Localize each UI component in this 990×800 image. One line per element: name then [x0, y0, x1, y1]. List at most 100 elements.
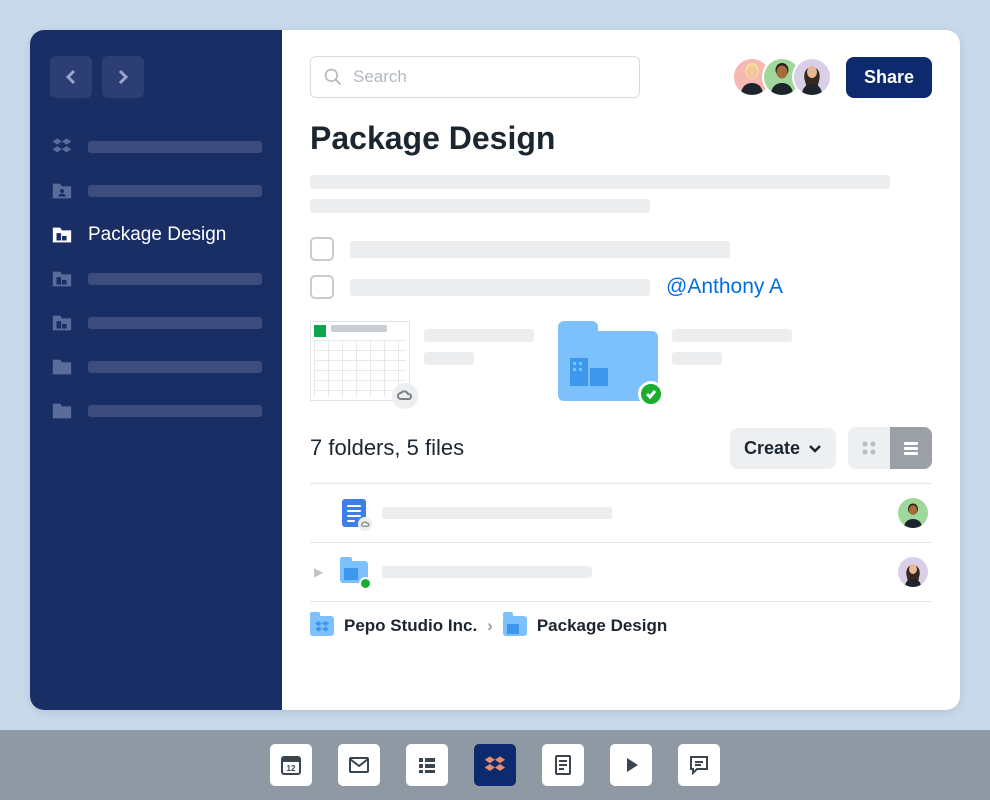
app-window: Package Design [30, 30, 960, 710]
sidebar-item-label-placeholder [88, 273, 262, 285]
breadcrumb-root[interactable]: Pepo Studio Inc. [344, 616, 477, 636]
sidebar-list: Package Design [50, 132, 262, 426]
breadcrumb-folder-icon [503, 616, 527, 636]
list-grid-icon [415, 753, 439, 777]
row-avatar[interactable] [898, 557, 928, 587]
cloud-sync-icon [358, 517, 372, 531]
sidebar-item-label-placeholder [88, 185, 262, 197]
folder-icon [50, 399, 74, 423]
building-folder-icon [50, 223, 74, 247]
taskbar-chat[interactable] [678, 744, 720, 786]
create-button[interactable]: Create [730, 428, 836, 469]
checkbox[interactable] [310, 275, 334, 299]
file-row-document[interactable] [310, 484, 932, 543]
task-text-placeholder [350, 241, 730, 258]
share-button[interactable]: Share [846, 57, 932, 98]
grid-view-button[interactable] [848, 427, 890, 469]
taskbar-dropbox[interactable] [474, 744, 516, 786]
search-icon [323, 67, 343, 87]
checkbox[interactable] [310, 237, 334, 261]
list-icon [901, 438, 921, 458]
avatar[interactable] [792, 57, 832, 97]
play-icon [619, 753, 643, 777]
mention[interactable]: @Anthony A [666, 275, 783, 299]
taskbar-mail[interactable] [338, 744, 380, 786]
file-name-placeholder [382, 507, 612, 519]
sidebar-item-folder-2[interactable] [50, 396, 262, 426]
sidebar-item-package-design[interactable]: Package Design [50, 220, 262, 250]
card-title-placeholder [424, 329, 534, 342]
folder-icon [340, 558, 368, 586]
suggested-cards [310, 321, 932, 401]
taskbar-doc[interactable] [542, 744, 584, 786]
cloud-sync-icon [392, 383, 418, 409]
task-row: @Anthony A [310, 275, 932, 299]
sidebar-item-label-placeholder [88, 405, 262, 417]
expand-caret[interactable]: ▶ [314, 565, 326, 579]
spreadsheet-thumbnail [310, 321, 410, 401]
synced-check-icon [638, 381, 664, 407]
grid-icon [859, 438, 879, 458]
collaborator-avatars [732, 57, 832, 97]
mail-icon [347, 753, 371, 777]
card-folder[interactable] [558, 321, 792, 401]
sidebar-item-label-placeholder [88, 141, 262, 153]
taskbar-play[interactable] [610, 744, 652, 786]
sidebar-item-label-placeholder [88, 317, 262, 329]
card-subtitle-placeholder [672, 352, 722, 365]
toolbar: Search Share [310, 56, 932, 98]
description-placeholder [310, 175, 890, 189]
row-avatar[interactable] [898, 498, 928, 528]
document-icon [340, 499, 368, 527]
document-icon [551, 753, 575, 777]
chevron-down-icon [808, 443, 822, 453]
forward-button[interactable] [102, 56, 144, 98]
dropbox-icon [483, 753, 507, 777]
sidebar-item-folder-1[interactable] [50, 352, 262, 382]
calendar-icon: 12 [279, 753, 303, 777]
taskbar: 12 [0, 730, 990, 800]
breadcrumb: Pepo Studio Inc. › Package Design [310, 616, 932, 636]
chevron-right-icon [115, 69, 131, 85]
card-subtitle-placeholder [424, 352, 474, 365]
search-placeholder: Search [353, 67, 407, 87]
sidebar-item-label: Package Design [88, 224, 226, 246]
person-folder-icon [50, 179, 74, 203]
building-folder-icon [50, 311, 74, 335]
back-button[interactable] [50, 56, 92, 98]
svg-text:12: 12 [287, 764, 296, 773]
breadcrumb-current[interactable]: Package Design [537, 616, 667, 636]
task-row [310, 237, 932, 261]
folder-thumbnail [558, 321, 658, 401]
sidebar-item-shared[interactable] [50, 176, 262, 206]
synced-check-icon [359, 577, 372, 590]
taskbar-calendar[interactable]: 12 [270, 744, 312, 786]
chevron-left-icon [63, 69, 79, 85]
taskbar-list[interactable] [406, 744, 448, 786]
breadcrumb-root-folder-icon [310, 616, 334, 636]
sidebar-item-label-placeholder [88, 361, 262, 373]
card-spreadsheet[interactable] [310, 321, 534, 401]
sidebar: Package Design [30, 30, 282, 710]
sidebar-item-dropbox[interactable] [50, 132, 262, 162]
dropbox-icon [50, 135, 74, 159]
description-placeholder [310, 199, 650, 213]
file-row-folder[interactable]: ▶ [310, 543, 932, 602]
file-name-placeholder [382, 566, 592, 578]
main-content: Search Share Package Design [282, 30, 960, 710]
list-view-button[interactable] [890, 427, 932, 469]
counts-text: 7 folders, 5 files [310, 435, 718, 461]
task-text-placeholder [350, 279, 650, 296]
search-input[interactable]: Search [310, 56, 640, 98]
view-toggle [848, 427, 932, 469]
breadcrumb-separator: › [487, 616, 493, 636]
building-folder-icon [50, 267, 74, 291]
folder-summary-row: 7 folders, 5 files Create [310, 427, 932, 469]
sidebar-item-building-2[interactable] [50, 308, 262, 338]
folder-icon [50, 355, 74, 379]
sidebar-item-building-1[interactable] [50, 264, 262, 294]
chat-icon [687, 753, 711, 777]
nav-arrows [50, 56, 262, 98]
page-title: Package Design [310, 120, 932, 157]
card-title-placeholder [672, 329, 792, 342]
